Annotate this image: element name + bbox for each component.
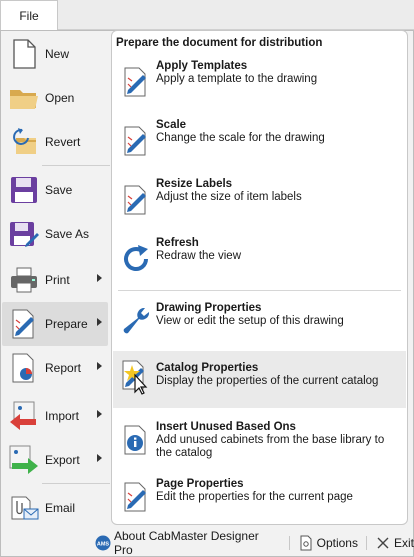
about-button[interactable]: AMS About CabMaster Designer Pro xyxy=(95,529,281,557)
menu-label-prepare: Prepare xyxy=(45,317,88,331)
item-description: Edit the properties for the current page xyxy=(156,491,353,503)
chevron-right-icon xyxy=(97,454,102,462)
close-icon xyxy=(375,535,391,551)
import-arrow-icon xyxy=(6,398,42,434)
menu-item-new[interactable]: New xyxy=(2,32,108,76)
item-description: Adjust the size of item labels xyxy=(156,191,302,203)
menu-item-open[interactable]: Open xyxy=(2,76,108,120)
panel-item-insert-unused-based-ons[interactable]: Insert Unused Based Ons Add unused cabin… xyxy=(113,416,406,466)
menu-item-save[interactable]: Save xyxy=(2,168,108,212)
bottom-bar: AMS About CabMaster Designer Pro Options… xyxy=(95,529,414,557)
save-disk-icon xyxy=(6,172,42,208)
menu-item-save-as[interactable]: Save As xyxy=(2,212,108,256)
wrench-icon xyxy=(116,301,156,341)
menu-item-revert[interactable]: Revert xyxy=(2,120,108,164)
bottom-separator xyxy=(288,536,290,550)
item-description: Add unused cabinets from the base librar… xyxy=(156,434,385,459)
options-button[interactable]: Options xyxy=(298,535,358,551)
item-title: Page Properties xyxy=(156,478,244,490)
prepare-panel: Prepare the document for distribution Ap… xyxy=(111,30,408,525)
refresh-icon xyxy=(116,239,156,279)
menu-separator xyxy=(42,483,110,484)
menu-label-save: Save xyxy=(45,183,73,197)
menu-label-revert: Revert xyxy=(45,135,81,149)
exit-button[interactable]: Exit xyxy=(375,535,414,551)
menu-label-save-as: Save As xyxy=(45,227,90,241)
panel-header: Prepare the document for distribution xyxy=(116,37,323,49)
menu-label-open: Open xyxy=(45,91,75,105)
bottom-separator xyxy=(365,536,367,550)
revert-icon xyxy=(6,124,42,160)
info-icon xyxy=(116,420,156,460)
item-description: Change the scale for the drawing xyxy=(156,132,325,144)
menu-item-export[interactable]: Export xyxy=(2,438,108,482)
menu-label-new: New xyxy=(45,47,70,61)
ams-logo-icon: AMS xyxy=(95,535,111,551)
menu-item-import[interactable]: Import xyxy=(2,394,108,438)
panel-item-refresh[interactable]: Refresh Redraw the view xyxy=(113,236,406,282)
exit-label: Exit xyxy=(393,536,414,550)
new-document-icon xyxy=(6,36,42,72)
item-title: Refresh xyxy=(156,237,199,249)
panel-item-resize-labels[interactable]: Resize Labels Adjust the size of item la… xyxy=(113,177,406,223)
item-title: Catalog Properties xyxy=(156,362,259,374)
menu-item-email[interactable]: Email xyxy=(2,486,108,530)
panel-item-page-properties[interactable]: Page Properties Edit the properties for … xyxy=(113,474,406,520)
file-tab[interactable]: File xyxy=(0,0,58,31)
item-description: Redraw the view xyxy=(156,250,242,262)
options-label: Options xyxy=(316,536,358,550)
resize-labels-icon xyxy=(116,180,156,220)
panel-separator xyxy=(118,290,401,291)
menu-label-email: Email xyxy=(45,501,76,515)
printer-icon xyxy=(6,262,42,298)
menu-item-print[interactable]: Print xyxy=(2,258,108,302)
item-title: Scale xyxy=(156,119,187,131)
title-bar xyxy=(0,0,414,30)
about-label: About CabMaster Designer Pro xyxy=(114,529,259,557)
chevron-right-icon xyxy=(97,274,102,282)
panel-item-catalog-properties[interactable]: Catalog Properties Display the propertie… xyxy=(113,351,406,408)
left-menu: New Open Revert Save Save As Print Prepa… xyxy=(2,32,110,528)
item-description: Display the properties of the current ca… xyxy=(156,375,379,387)
apply-templates-icon xyxy=(116,62,156,102)
panel-item-scale[interactable]: Scale Change the scale for the drawing xyxy=(113,118,406,164)
email-attachment-icon xyxy=(6,490,42,526)
options-page-icon xyxy=(298,535,314,551)
menu-label-export: Export xyxy=(45,453,80,467)
panel-item-apply-templates[interactable]: Apply Templates Apply a template to the … xyxy=(113,59,406,105)
panel-item-drawing-properties[interactable]: Drawing Properties View or edit the setu… xyxy=(113,295,406,347)
menu-label-import: Import xyxy=(45,409,80,423)
scale-icon xyxy=(116,121,156,161)
catalog-properties-icon xyxy=(116,357,156,397)
prepare-document-icon xyxy=(6,306,42,342)
report-chart-icon xyxy=(6,350,42,386)
menu-label-report: Report xyxy=(45,361,82,375)
svg-text:AMS: AMS xyxy=(97,542,110,548)
page-properties-icon xyxy=(116,477,156,517)
menu-item-report[interactable]: Report xyxy=(2,346,108,390)
menu-label-print: Print xyxy=(45,273,70,287)
item-description: View or edit the setup of this drawing xyxy=(156,315,344,327)
menu-separator xyxy=(42,165,110,166)
export-arrow-icon xyxy=(6,442,42,478)
chevron-right-icon xyxy=(97,318,102,326)
chevron-right-icon xyxy=(97,410,102,418)
chevron-right-icon xyxy=(97,362,102,370)
item-title: Apply Templates xyxy=(156,60,248,72)
item-description: Apply a template to the drawing xyxy=(156,73,318,85)
item-title: Insert Unused Based Ons xyxy=(156,421,296,433)
menu-item-prepare[interactable]: Prepare xyxy=(2,302,108,346)
item-title: Resize Labels xyxy=(156,178,233,190)
save-as-icon xyxy=(6,216,42,252)
item-title: Drawing Properties xyxy=(156,302,262,314)
open-folder-icon xyxy=(6,80,42,116)
